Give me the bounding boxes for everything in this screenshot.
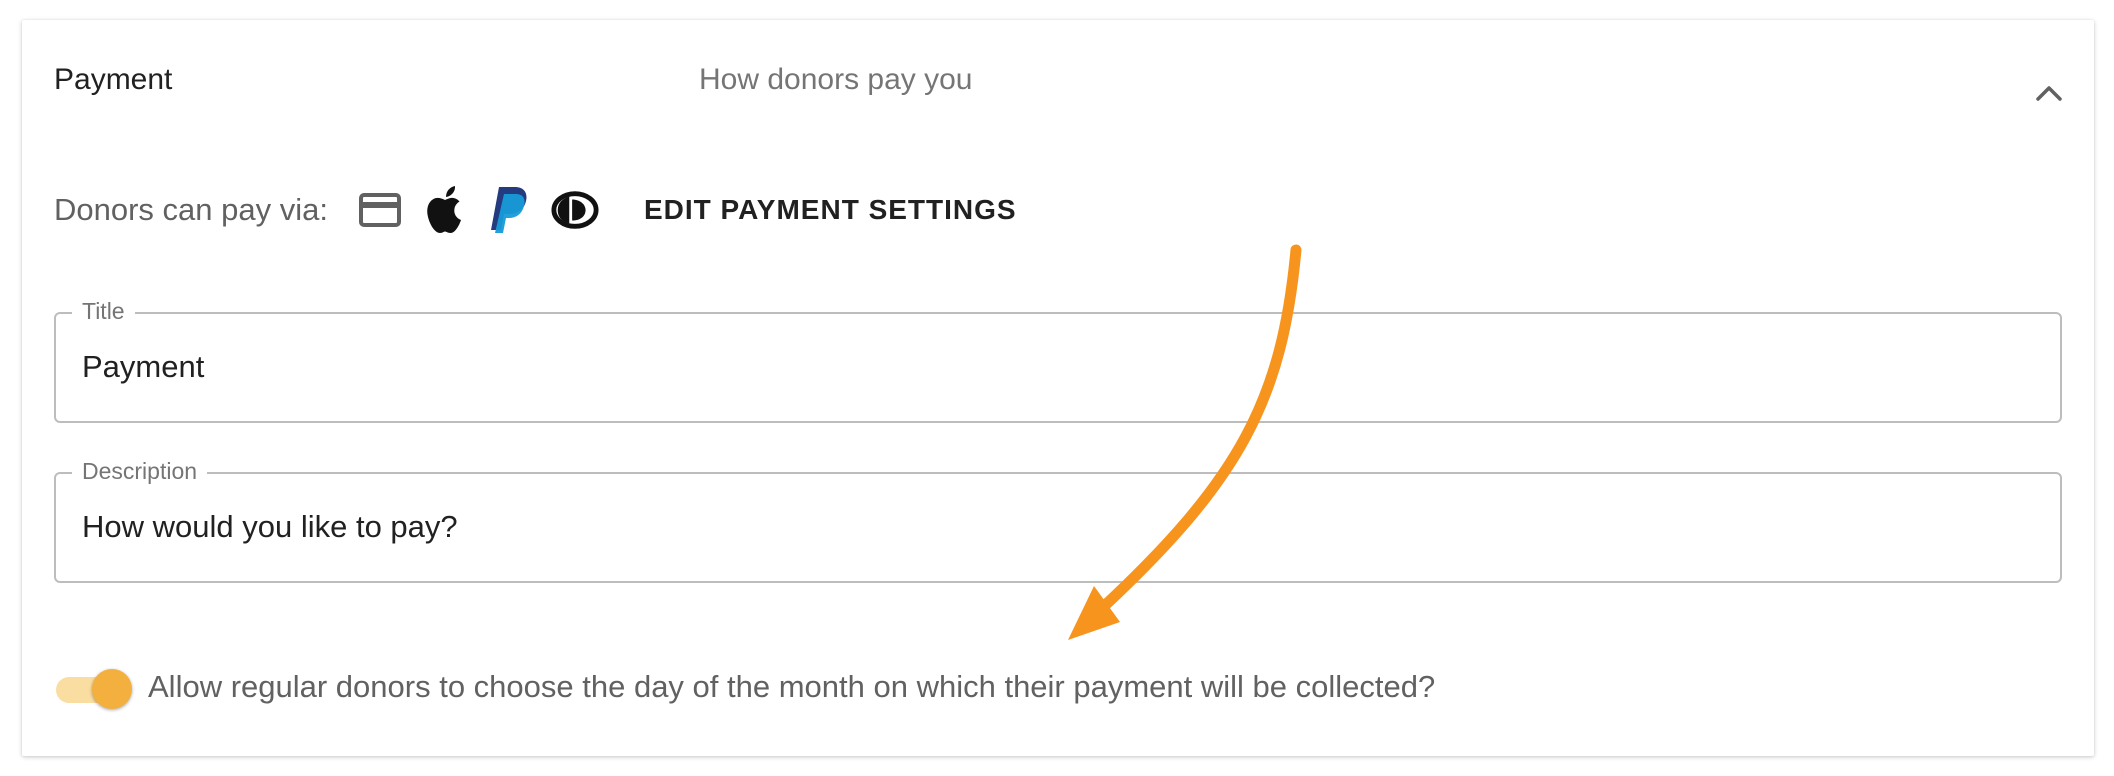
section-title: Payment — [54, 63, 173, 96]
credit-card-icon — [356, 184, 404, 236]
payment-methods-label: Donors can pay via: — [54, 192, 328, 227]
title-input[interactable] — [82, 344, 2032, 390]
payment-section-header[interactable]: Payment How donors pay you — [22, 20, 2094, 148]
day-of-month-toggle[interactable] — [54, 667, 132, 711]
section-subtitle: How donors pay you — [699, 63, 973, 96]
paypal-icon — [486, 184, 534, 236]
payment-settings-card: Payment How donors pay you Donors can pa… — [22, 20, 2094, 756]
apple-icon — [421, 184, 469, 236]
description-input[interactable] — [82, 504, 2032, 550]
description-field: Description — [54, 458, 2062, 583]
payment-methods-row: Donors can pay via: EDIT PAYMENT SETTING… — [54, 178, 1017, 242]
toggle-thumb — [92, 669, 132, 709]
direct-debit-icon — [551, 184, 599, 236]
day-of-month-toggle-label: Allow regular donors to choose the day o… — [148, 669, 1436, 704]
title-field-label: Title — [72, 298, 135, 325]
title-field: Title — [54, 298, 2062, 423]
chevron-up-icon[interactable] — [2034, 80, 2064, 104]
description-field-label: Description — [72, 458, 208, 485]
edit-payment-settings-button[interactable]: EDIT PAYMENT SETTINGS — [644, 184, 1017, 236]
